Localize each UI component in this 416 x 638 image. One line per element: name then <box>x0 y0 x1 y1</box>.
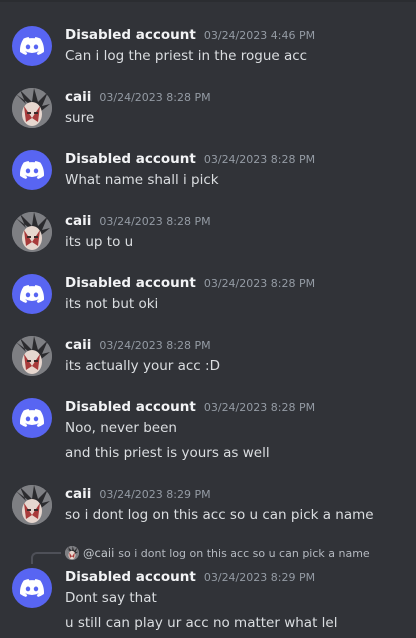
timestamp: 03/24/2023 8:28 PM <box>99 339 211 352</box>
avatar[interactable] <box>12 212 52 252</box>
reply-preview[interactable]: @caii so i dont log on this acc so u can… <box>65 546 370 560</box>
avatar[interactable] <box>12 336 52 376</box>
timestamp: 03/24/2023 8:29 PM <box>99 488 211 501</box>
author-name[interactable]: Disabled account <box>65 399 196 415</box>
timestamp: 03/24/2023 8:28 PM <box>203 401 316 414</box>
discord-logo-icon <box>20 37 44 55</box>
author-name[interactable]: caii <box>65 486 91 502</box>
author-name[interactable]: Disabled account <box>65 27 196 43</box>
anime-character-avatar <box>12 336 52 376</box>
message-text: sure <box>65 110 95 126</box>
discord-logo-icon <box>20 161 44 179</box>
message-text: its up to u <box>65 234 134 250</box>
reply-spine <box>31 552 61 564</box>
message-text: so i dont log on this acc so u can pick … <box>65 507 374 523</box>
anime-character-avatar <box>65 546 79 560</box>
reply-mention[interactable]: @caii <box>83 546 114 560</box>
avatar[interactable] <box>12 26 52 66</box>
timestamp: 03/24/2023 8:29 PM <box>203 571 316 584</box>
message-text: its not but oki <box>65 296 159 312</box>
message-text: u still can play ur acc no matter what l… <box>65 615 338 631</box>
author-name[interactable]: Disabled account <box>65 275 196 291</box>
message-text: its actually your acc :D <box>65 358 220 374</box>
avatar[interactable] <box>12 274 52 314</box>
avatar[interactable] <box>12 398 52 438</box>
reply-avatar <box>65 546 79 560</box>
author-name[interactable]: caii <box>65 337 91 353</box>
anime-character-avatar <box>12 485 52 525</box>
discord-logo-icon <box>20 409 44 427</box>
message-text: Can i log the priest in the rogue acc <box>65 48 308 64</box>
author-name[interactable]: Disabled account <box>65 569 196 585</box>
author-name[interactable]: Disabled account <box>65 151 196 167</box>
message-text: and this priest is yours as well <box>65 445 270 461</box>
message-text: What name shall i pick <box>65 172 219 188</box>
avatar[interactable] <box>12 485 52 525</box>
anime-character-avatar <box>12 88 52 128</box>
message-text: Noo, never been <box>65 420 177 436</box>
top-divider <box>0 0 416 2</box>
reply-text: so i dont log on this acc so u can pick … <box>118 546 370 560</box>
timestamp: 03/24/2023 8:28 PM <box>99 215 211 228</box>
timestamp: 03/24/2023 8:28 PM <box>203 277 316 290</box>
author-name[interactable]: caii <box>65 89 91 105</box>
anime-character-avatar <box>12 212 52 252</box>
timestamp: 03/24/2023 8:28 PM <box>203 153 316 166</box>
avatar[interactable] <box>12 150 52 190</box>
timestamp: 03/24/2023 8:28 PM <box>99 91 211 104</box>
author-name[interactable]: caii <box>65 213 91 229</box>
avatar[interactable] <box>12 88 52 128</box>
timestamp: 03/24/2023 4:46 PM <box>203 29 316 42</box>
discord-logo-icon <box>20 579 44 597</box>
avatar[interactable] <box>12 568 52 608</box>
discord-logo-icon <box>20 285 44 303</box>
message-text: Dont say that <box>65 590 157 606</box>
